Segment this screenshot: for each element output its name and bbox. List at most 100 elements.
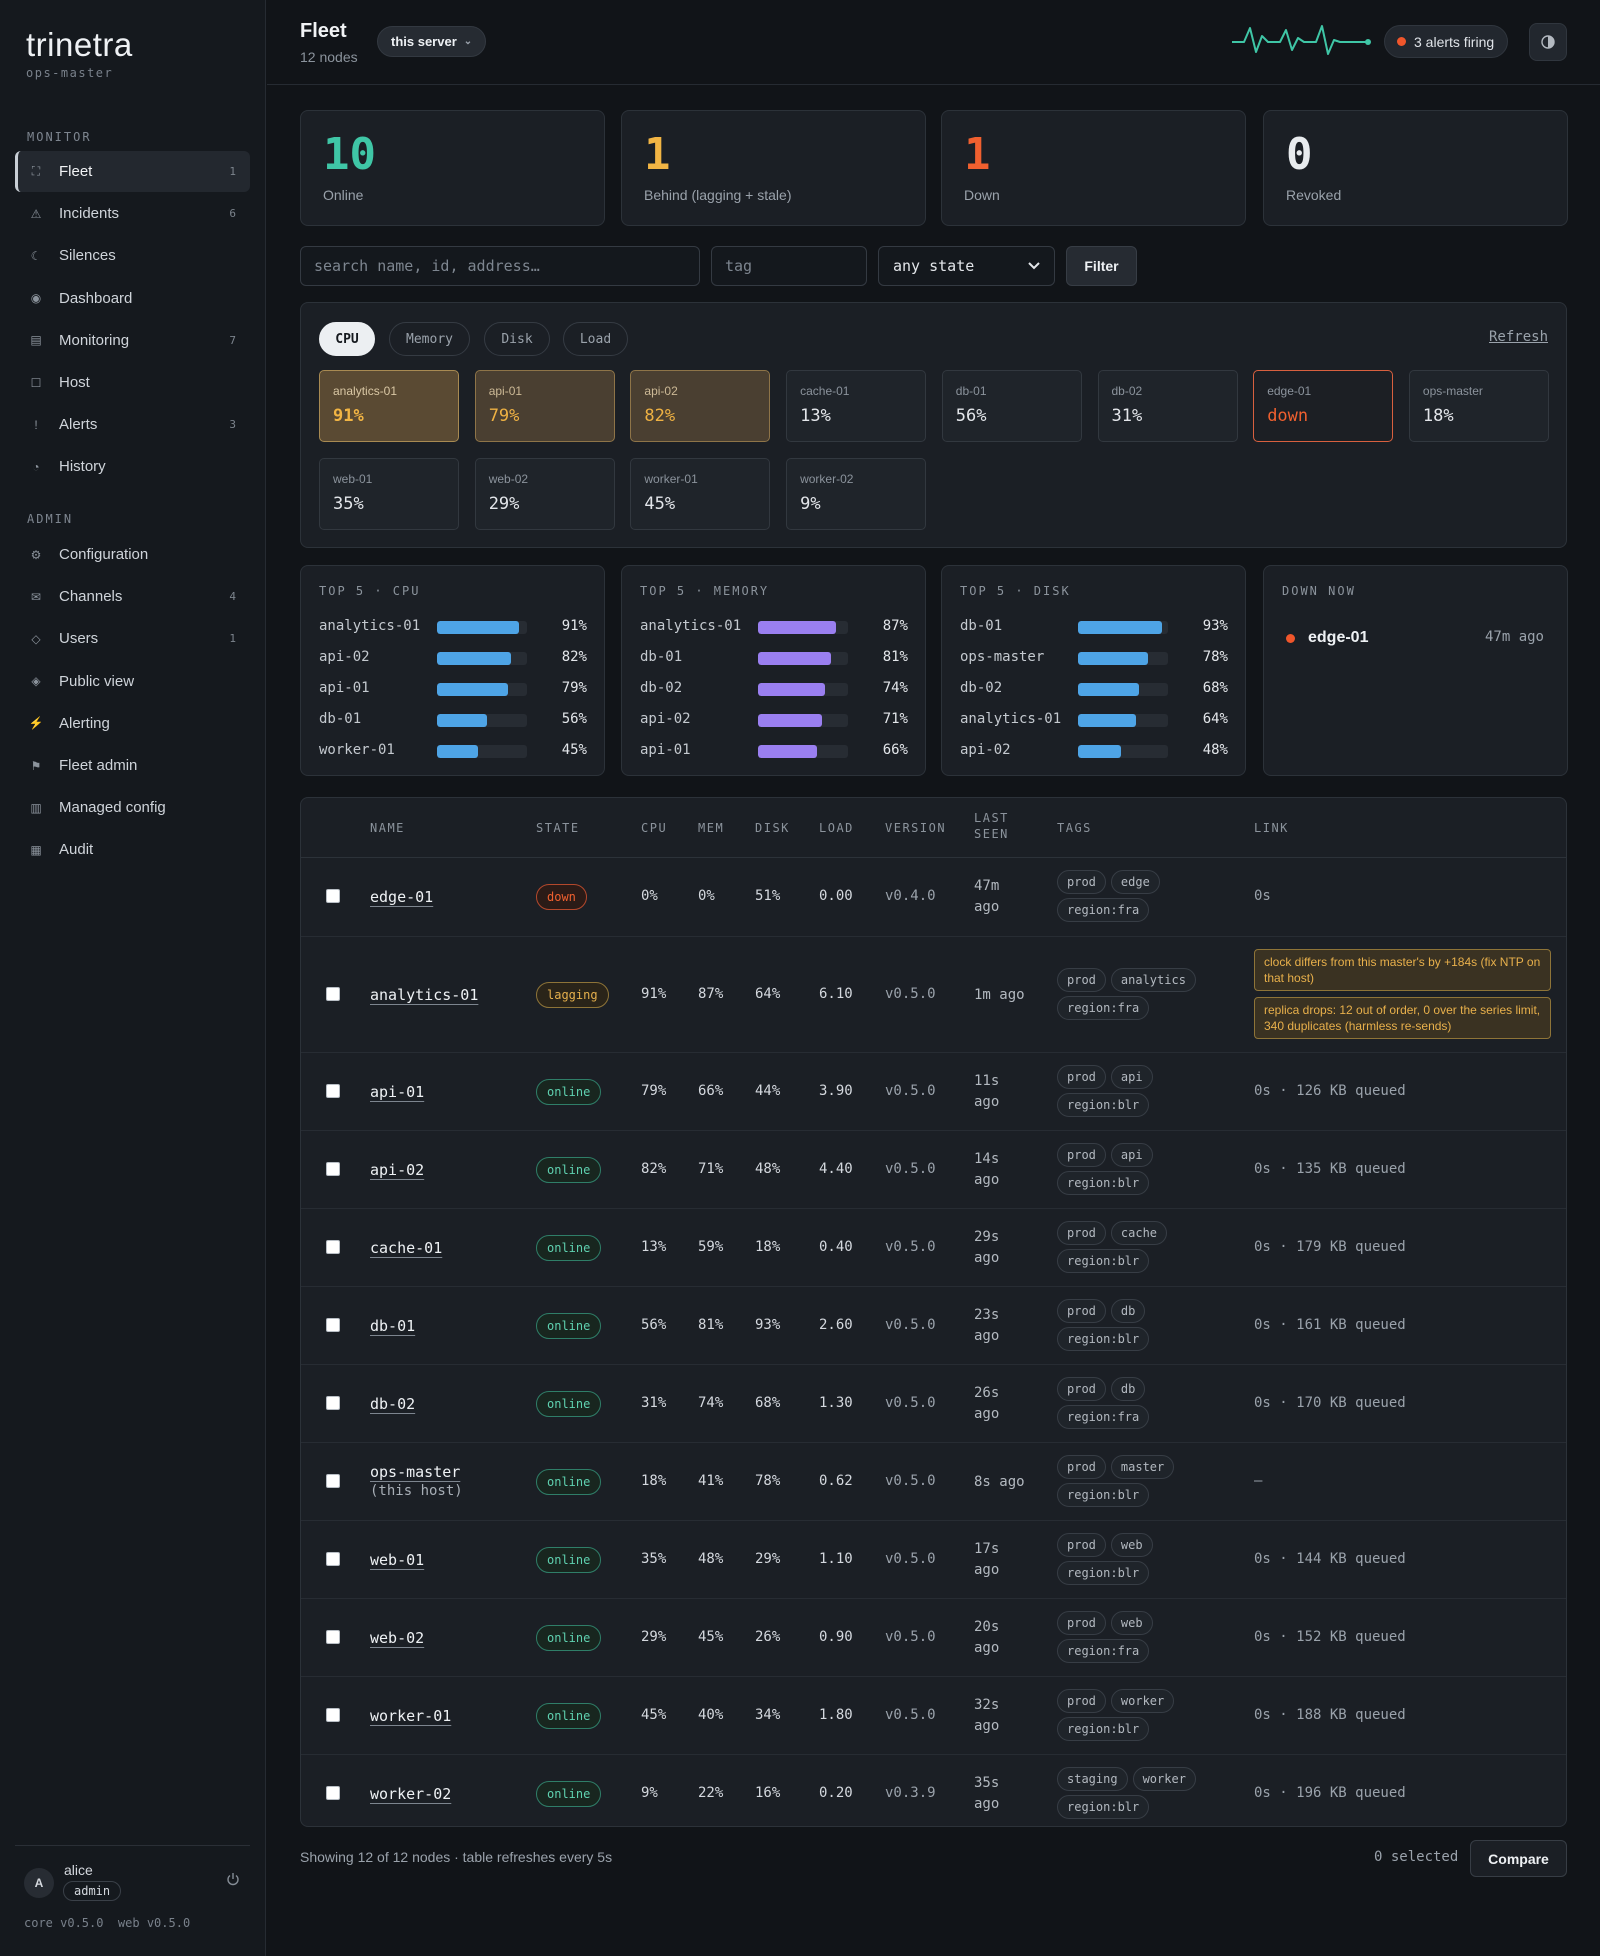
top5-row[interactable]: db-01 81% (640, 647, 908, 669)
tag-chip[interactable]: prod (1057, 870, 1106, 894)
top5-row[interactable]: db-01 93% (960, 616, 1228, 638)
stat-card-down[interactable]: 1 Down (941, 110, 1246, 226)
tag-chip[interactable]: region:fra (1057, 898, 1150, 922)
sidebar-item-configuration[interactable]: ⚙ Configuration (15, 534, 250, 575)
row-checkbox[interactable] (326, 1162, 340, 1176)
sidebar-item-host[interactable]: ☐ Host (15, 362, 250, 403)
node-name-link[interactable]: worker-01 (370, 1705, 451, 1727)
stat-card-revoked[interactable]: 0 Revoked (1263, 110, 1568, 226)
heatmap-tile-cache-01[interactable]: cache-01 13% (786, 370, 927, 442)
node-name-link[interactable]: web-02 (370, 1627, 424, 1649)
compare-button[interactable]: Compare (1470, 1840, 1567, 1877)
top5-row[interactable]: api-01 79% (319, 678, 587, 700)
tag-chip[interactable]: region:fra (1057, 996, 1150, 1020)
tag-chip[interactable]: worker (1132, 1767, 1196, 1791)
top5-row[interactable]: db-02 74% (640, 678, 908, 700)
heatmap-tile-worker-01[interactable]: worker-01 45% (630, 458, 771, 530)
node-name-link[interactable]: cache-01 (370, 1237, 442, 1259)
tag-chip[interactable]: region:blr (1057, 1171, 1150, 1195)
alerts-firing-button[interactable]: 3 alerts firing (1384, 25, 1509, 58)
tag-chip[interactable]: prod (1057, 1455, 1106, 1479)
tab-cpu[interactable]: CPU (319, 322, 375, 356)
refresh-link[interactable]: Refresh (1489, 329, 1548, 345)
down-node[interactable]: edge-01 (1286, 629, 1368, 647)
heatmap-tile-web-01[interactable]: web-01 35% (319, 458, 459, 530)
top5-row[interactable]: api-02 71% (640, 709, 908, 731)
col-header-last-seen[interactable]: LAST SEEN (974, 810, 1009, 842)
top5-row[interactable]: analytics-01 91% (319, 616, 587, 638)
sidebar-item-alerts[interactable]: ! Alerts 3 (15, 404, 250, 445)
top5-row[interactable]: db-02 68% (960, 678, 1228, 700)
sidebar-item-silences[interactable]: ☾ Silences (15, 235, 250, 276)
top5-row[interactable]: analytics-01 64% (960, 709, 1228, 731)
theme-toggle-button[interactable] (1529, 23, 1567, 61)
sidebar-item-managed-config[interactable]: ▥ Managed config (15, 787, 250, 828)
tag-chip[interactable]: web (1110, 1611, 1153, 1635)
tag-chip[interactable]: db (1110, 1377, 1146, 1401)
sidebar-item-monitoring[interactable]: ▤ Monitoring 7 (15, 320, 250, 361)
filter-button[interactable]: Filter (1066, 246, 1137, 286)
tag-chip[interactable]: worker (1110, 1689, 1175, 1713)
tag-chip[interactable]: prod (1057, 1221, 1106, 1245)
top5-row[interactable]: worker-01 45% (319, 740, 587, 762)
col-header-version[interactable]: VERSION (885, 820, 946, 836)
top5-row[interactable]: db-01 56% (319, 709, 587, 731)
row-checkbox[interactable] (326, 1786, 340, 1800)
tab-disk[interactable]: Disk (484, 322, 550, 356)
node-name-link[interactable]: analytics-01 (370, 984, 478, 1006)
heatmap-tile-api-01[interactable]: api-01 79% (474, 370, 615, 442)
stat-card-behind[interactable]: 1 Behind (lagging + stale) (621, 110, 926, 226)
sidebar-item-history[interactable]: ◔ History (15, 446, 250, 487)
tag-chip[interactable]: analytics (1110, 968, 1196, 992)
node-name-link[interactable]: api-01 (370, 1081, 424, 1103)
tag-chip[interactable]: prod (1057, 1689, 1106, 1713)
avatar[interactable]: A (24, 1868, 54, 1898)
row-checkbox[interactable] (326, 1396, 340, 1410)
sidebar-item-dashboard[interactable]: ◉ Dashboard (15, 278, 250, 319)
heatmap-tile-web-02[interactable]: web-02 29% (474, 458, 615, 530)
heatmap-tile-edge-01[interactable]: edge-01 down (1253, 370, 1394, 442)
sidebar-item-users[interactable]: ◇ Users 1 (15, 618, 250, 659)
tag-chip[interactable]: prod (1057, 1533, 1106, 1557)
stat-card-online[interactable]: 10 Online (300, 110, 605, 226)
search-input[interactable] (300, 246, 700, 286)
tag-chip[interactable]: prod (1057, 1377, 1106, 1401)
sidebar-item-alerting[interactable]: ⚡ Alerting (15, 703, 250, 744)
row-checkbox[interactable] (326, 1552, 340, 1566)
heatmap-tile-ops-master[interactable]: ops-master 18% (1408, 370, 1549, 442)
tag-chip[interactable]: region:blr (1057, 1717, 1150, 1741)
col-header-cpu[interactable]: CPU (641, 820, 667, 836)
brand[interactable]: trinetra ops-master (26, 26, 133, 80)
row-checkbox[interactable] (326, 1708, 340, 1722)
tag-input[interactable] (711, 246, 867, 286)
heatmap-tile-analytics-01[interactable]: analytics-01 91% (319, 370, 459, 442)
tag-chip[interactable]: region:blr (1057, 1249, 1150, 1273)
state-select[interactable]: any state (878, 246, 1055, 286)
tag-chip[interactable]: region:blr (1057, 1561, 1150, 1585)
tag-chip[interactable]: region:blr (1057, 1327, 1150, 1351)
sidebar-item-incidents[interactable]: ⚠ Incidents 6 (15, 193, 250, 234)
node-name-link[interactable]: db-01 (370, 1315, 415, 1337)
sidebar-item-audit[interactable]: ▦ Audit (15, 829, 250, 870)
node-name-link[interactable]: ops-master (370, 1461, 460, 1483)
tag-chip[interactable]: master (1110, 1455, 1175, 1479)
tag-chip[interactable]: api (1110, 1143, 1153, 1167)
col-header-disk[interactable]: DISK (755, 820, 790, 836)
heatmap-tile-db-02[interactable]: db-02 31% (1097, 370, 1238, 442)
tag-chip[interactable]: web (1110, 1533, 1153, 1557)
col-header-name[interactable]: NAME (370, 820, 405, 836)
sidebar-item-fleet-admin[interactable]: ⚑ Fleet admin (15, 745, 250, 786)
col-header-mem[interactable]: MEM (698, 820, 724, 836)
row-checkbox[interactable] (326, 1240, 340, 1254)
node-name-link[interactable]: web-01 (370, 1549, 424, 1571)
tab-load[interactable]: Load (563, 322, 628, 356)
heatmap-tile-db-01[interactable]: db-01 56% (941, 370, 1082, 442)
row-checkbox[interactable] (326, 987, 340, 1001)
col-header-state[interactable]: STATE (536, 820, 580, 836)
node-name-link[interactable]: worker-02 (370, 1783, 451, 1805)
tag-chip[interactable]: prod (1057, 1065, 1106, 1089)
tag-chip[interactable]: prod (1057, 1611, 1106, 1635)
node-name-link[interactable]: api-02 (370, 1159, 424, 1181)
top5-row[interactable]: analytics-01 87% (640, 616, 908, 638)
row-checkbox[interactable] (326, 1630, 340, 1644)
